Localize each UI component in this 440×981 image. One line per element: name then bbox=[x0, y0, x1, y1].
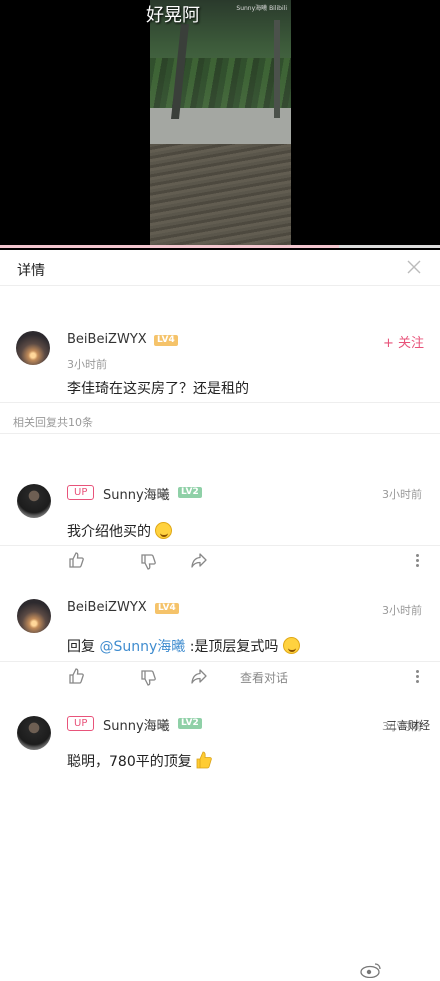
comment-detail-panel: 详情 BeiBeiZWYX LV4 + 关注 3小时前 李佳琦在这买房了？还是租… bbox=[0, 250, 440, 979]
follow-button[interactable]: + 关注 bbox=[383, 332, 424, 351]
level-badge: LV4 bbox=[155, 603, 179, 614]
reply-prefix: 回复 bbox=[67, 639, 100, 655]
divider bbox=[0, 545, 440, 546]
level-badge: LV2 bbox=[178, 487, 202, 498]
reply-text: 我介绍他买的 bbox=[67, 521, 173, 541]
video-watermark: Sunny海曦 Bilibili bbox=[236, 5, 287, 12]
dislike-icon[interactable] bbox=[140, 670, 156, 686]
share-icon[interactable] bbox=[191, 552, 207, 568]
avatar[interactable] bbox=[16, 331, 50, 365]
divider bbox=[0, 661, 440, 662]
video-player[interactable]: Sunny海曦 Bilibili 好晃阿 bbox=[0, 0, 440, 250]
more-options-icon[interactable] bbox=[416, 670, 420, 684]
video-frame: Sunny海曦 Bilibili bbox=[150, 0, 291, 247]
comment-username[interactable]: BeiBeiZWYX bbox=[67, 332, 147, 347]
like-icon[interactable] bbox=[68, 552, 84, 568]
avatar[interactable] bbox=[17, 484, 51, 518]
reply-username[interactable]: BeiBeiZWYX bbox=[67, 600, 147, 615]
video-progress-bar[interactable] bbox=[0, 245, 440, 248]
thumbs-up-emoji-icon bbox=[196, 751, 212, 769]
reply-time: 3小时前 bbox=[382, 488, 422, 501]
up-badge: UP bbox=[67, 485, 95, 500]
level-badge: LV4 bbox=[154, 335, 178, 346]
watermark-brand: 三言财经 bbox=[386, 719, 430, 732]
panel-header: 详情 bbox=[0, 250, 440, 286]
avatar[interactable] bbox=[17, 716, 51, 750]
panel-title: 详情 bbox=[17, 263, 45, 279]
video-danmaku-caption: 好晃阿 bbox=[146, 5, 200, 26]
up-badge: UP bbox=[67, 716, 95, 731]
replies-header: 相关回复共10条 bbox=[0, 403, 440, 433]
reply-text-body: 我介绍他买的 bbox=[67, 524, 151, 540]
avatar[interactable] bbox=[17, 599, 51, 633]
mention-link[interactable]: @Sunny海曦 bbox=[99, 639, 185, 655]
reply-time: 3小时前 bbox=[382, 604, 422, 617]
replies-count-label: 相关回复共10条 bbox=[13, 416, 93, 429]
reply-text: 回复 @Sunny海曦 :是顶层复式吗 bbox=[67, 636, 300, 656]
like-icon[interactable] bbox=[68, 668, 84, 684]
level-badge: LV2 bbox=[178, 718, 202, 729]
video-progress-fill bbox=[0, 245, 339, 248]
comment-text: 李佳琦在这买房了？还是租的 bbox=[67, 381, 249, 397]
more-options-icon[interactable] bbox=[416, 554, 420, 568]
comment-time: 3小时前 bbox=[67, 358, 107, 371]
reply-username[interactable]: Sunny海曦 bbox=[103, 484, 170, 503]
reply-text-body: :是顶层复式吗 bbox=[185, 639, 279, 655]
reply-text-body: 聪明，780平的顶复 bbox=[67, 754, 192, 770]
divider bbox=[0, 433, 440, 434]
reply-username[interactable]: Sunny海曦 bbox=[103, 715, 170, 734]
reply-text: 聪明，780平的顶复 bbox=[67, 751, 212, 771]
share-icon[interactable] bbox=[191, 668, 207, 684]
dislike-icon[interactable] bbox=[140, 554, 156, 570]
weibo-logo-icon bbox=[360, 962, 382, 981]
close-icon[interactable] bbox=[406, 259, 422, 275]
thinking-emoji-icon bbox=[282, 637, 300, 654]
smile-emoji-icon bbox=[155, 522, 173, 539]
view-conversation-link[interactable]: 查看对话 bbox=[240, 669, 288, 686]
